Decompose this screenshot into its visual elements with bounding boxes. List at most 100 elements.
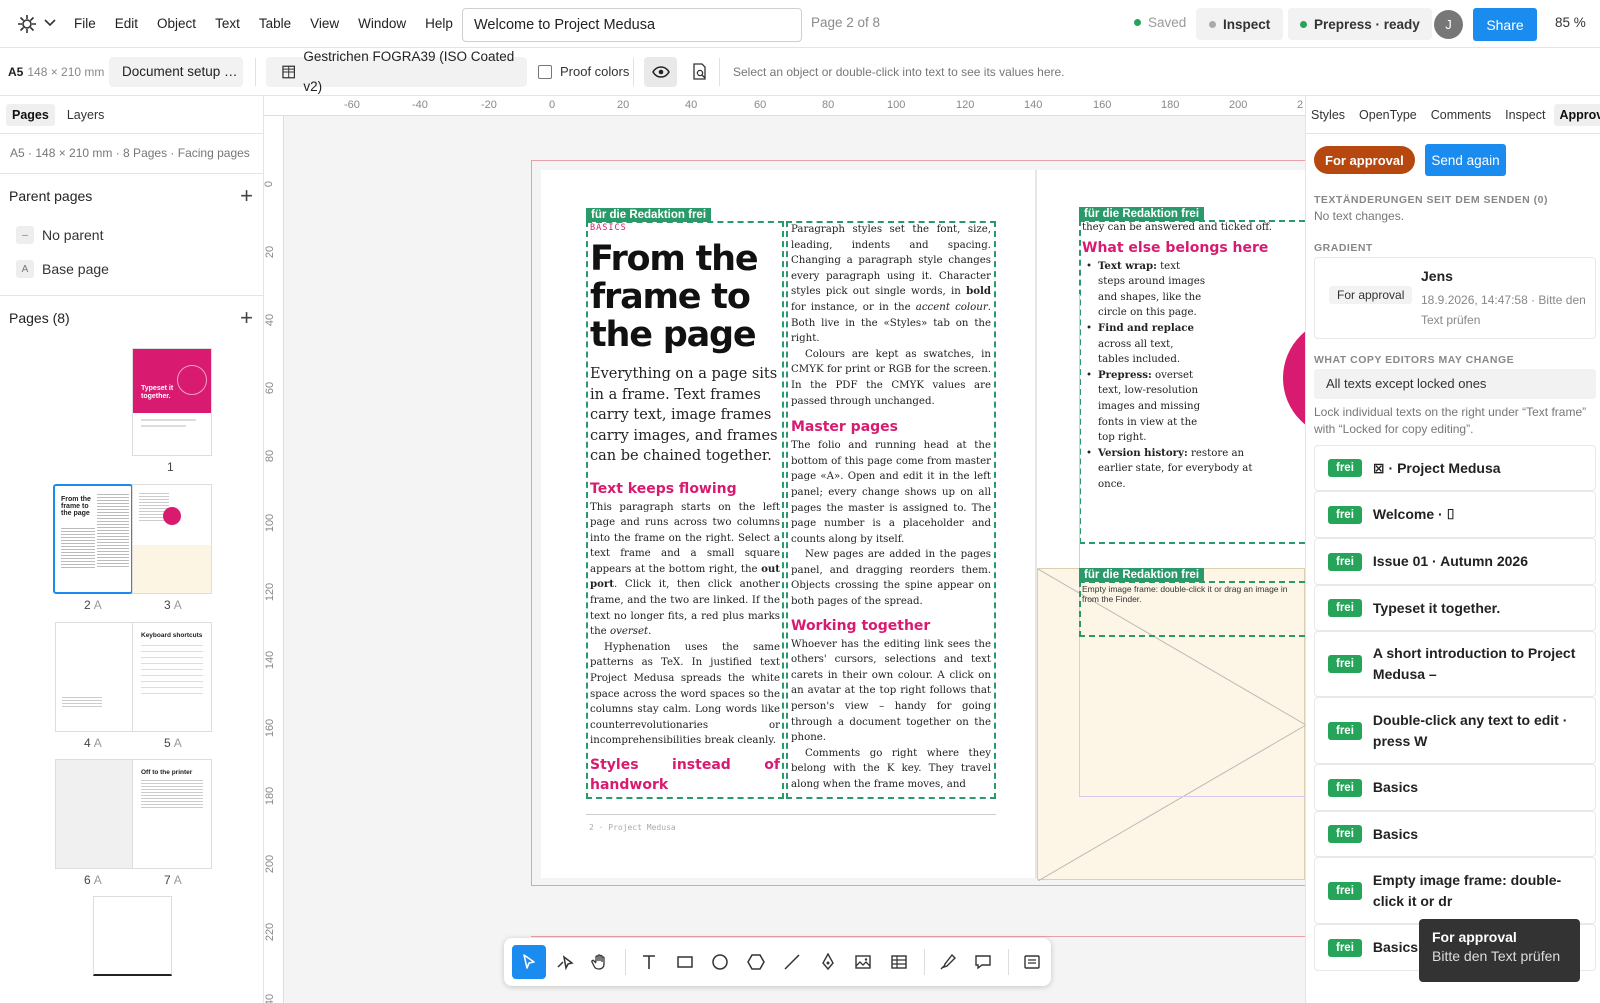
text-item[interactable]: frei Basics — [1314, 811, 1596, 857]
menu-window[interactable]: Window — [358, 16, 406, 31]
direct-select-tool-icon[interactable] — [548, 945, 582, 979]
eyedropper-tool-icon[interactable] — [931, 945, 965, 979]
thumb-text-block — [141, 780, 203, 810]
divider — [719, 58, 720, 86]
status-badge: frei — [1328, 881, 1362, 900]
document-title-input[interactable]: Welcome to Project Medusa — [462, 8, 802, 42]
paragraph-master: The folio and running head at the bottom… — [791, 440, 991, 545]
parent-item-base[interactable]: A Base page — [0, 252, 263, 286]
lock-hint: Lock individual texts on the right under… — [1314, 405, 1587, 436]
page-thumbnail-6[interactable] — [55, 759, 133, 869]
tab-styles[interactable]: Styles — [1306, 104, 1350, 126]
inspect-button[interactable]: Inspect — [1196, 8, 1284, 40]
add-page-icon[interactable]: + — [240, 305, 253, 331]
add-parent-page-icon[interactable]: + — [240, 183, 253, 209]
text-item[interactable]: frei A short introduction to Project Medu… — [1314, 631, 1596, 697]
menu-text[interactable]: Text — [215, 16, 240, 31]
text-item[interactable]: frei Welcome · ⌷ — [1314, 491, 1596, 538]
status-badge: frei — [1328, 721, 1362, 740]
share-button[interactable]: Share — [1473, 8, 1537, 41]
eye-icon[interactable] — [644, 57, 677, 87]
pages-title: Pages (8) — [9, 310, 70, 326]
thumb-label-6: 6A — [84, 873, 102, 887]
page-thumbnail-2[interactable]: From the frame to the page — [53, 484, 133, 594]
approval-date-line: Text prüfen — [1421, 313, 1481, 327]
text-tool-icon[interactable] — [632, 945, 666, 979]
tab-approval[interactable]: Approval — [1554, 103, 1600, 126]
menu-object[interactable]: Object — [157, 16, 196, 31]
text-item[interactable]: frei ⊠ · Project Medusa — [1314, 445, 1596, 491]
lead-paragraph: Everything on a page sits in a frame. Te… — [590, 366, 778, 464]
tab-comments[interactable]: Comments — [1426, 104, 1496, 126]
table-tool-icon[interactable] — [882, 945, 916, 979]
page-thumbnail-4[interactable] — [55, 622, 133, 732]
select-tool-icon[interactable] — [512, 945, 546, 979]
canvas[interactable]: -60 -40 -20 0 20 40 60 80 100 120 140 16… — [264, 96, 1305, 1003]
grid-icon — [282, 65, 296, 79]
empty-frame-hint: Empty image frame: double-click it or dr… — [1082, 584, 1288, 604]
may-change-select[interactable]: All texts except locked ones — [1314, 369, 1596, 399]
line-tool-icon[interactable] — [775, 945, 809, 979]
ruler-number: 0 — [549, 99, 556, 111]
right-tabs: Styles OpenType Comments Inspect Approva… — [1306, 96, 1600, 134]
menu-view[interactable]: View — [310, 16, 339, 31]
column-1[interactable]: BASICS From the frame to the page Everyt… — [590, 222, 780, 796]
proof-colors-toggle[interactable]: Proof colors — [538, 64, 629, 79]
tab-inspect[interactable]: Inspect — [1500, 104, 1550, 126]
approval-tooltip: For approval Bitte den Text prüfen — [1419, 919, 1580, 982]
parent-item-none[interactable]: – No parent — [0, 218, 263, 252]
thumb-text-block — [61, 528, 95, 568]
ruler-number: -20 — [481, 99, 497, 111]
approval-date: 18.9.2026, 14:47:58 · Bitte den Text prüf… — [1421, 290, 1586, 330]
bullet-item: Prepress: overset text, low-resolution i… — [1082, 368, 1207, 446]
menu-table[interactable]: Table — [259, 16, 291, 31]
parent-pages-header: Parent pages + — [0, 174, 263, 218]
page-thumbnail-7[interactable]: Off to the printer — [132, 759, 212, 869]
send-again-button[interactable]: Send again — [1425, 144, 1506, 176]
pen-tool-icon[interactable] — [811, 945, 845, 979]
app-logo-icon[interactable] — [14, 11, 40, 37]
approval-entry-card[interactable]: For approval Jens 18.9.2026, 14:47:58 · … — [1314, 257, 1596, 339]
column-2[interactable]: Paragraph styles set the font, size, lea… — [791, 222, 991, 793]
avatar[interactable]: J — [1434, 10, 1463, 39]
proof-colors-checkbox[interactable] — [538, 64, 552, 79]
text-item[interactable]: frei Double-click any text to edit · pres… — [1314, 697, 1596, 764]
prepress-button[interactable]: Prepress · ready — [1288, 8, 1432, 40]
ellipse-tool-icon[interactable] — [704, 945, 738, 979]
thumb-text-block — [97, 494, 129, 568]
thumb-text-block — [62, 697, 102, 707]
zoom-level[interactable]: 85 % — [1555, 15, 1586, 30]
hand-tool-icon[interactable] — [583, 945, 617, 979]
image-tool-icon[interactable] — [846, 945, 880, 979]
tab-layers[interactable]: Layers — [61, 104, 111, 126]
text-item[interactable]: frei Empty image frame: double-click it o… — [1314, 857, 1596, 924]
text-item[interactable]: frei Basics — [1314, 764, 1596, 811]
thumb-line — [141, 425, 186, 427]
menu-help[interactable]: Help — [425, 16, 453, 31]
gradient-label: GRADIENT — [1314, 242, 1373, 254]
document-setup-button[interactable]: Document setup … — [109, 57, 243, 87]
column-right[interactable]: they can be answered and ticked off. Wha… — [1082, 220, 1302, 493]
ruler-number: 120 — [264, 582, 277, 602]
page-thumbnail-3[interactable] — [132, 484, 212, 594]
menu-edit[interactable]: Edit — [115, 16, 138, 31]
page-thumbnail-5[interactable]: Keyboard shortcuts — [132, 622, 212, 732]
comment-tool-icon[interactable] — [967, 945, 1001, 979]
menu-file[interactable]: File — [74, 16, 96, 31]
ruler-number: 120 — [956, 99, 975, 111]
text-item[interactable]: frei Typeset it together. — [1314, 585, 1596, 631]
polygon-tool-icon[interactable] — [739, 945, 773, 979]
color-profile-button[interactable]: Gestrichen FOGRA39 (ISO Coated v2) — [266, 49, 527, 94]
page-thumbnail-8[interactable] — [93, 896, 172, 976]
document-info: A5 · 148 × 210 mm · 8 Pages · Facing pag… — [0, 134, 263, 174]
parent-icon: – — [16, 226, 34, 244]
status-badge: frei — [1328, 459, 1362, 477]
chevron-down-icon[interactable] — [44, 18, 58, 30]
tab-pages[interactable]: Pages — [6, 103, 55, 126]
frame-options-icon[interactable] — [1015, 945, 1049, 979]
text-item[interactable]: frei Issue 01 · Autumn 2026 — [1314, 538, 1596, 585]
tab-opentype[interactable]: OpenType — [1354, 104, 1422, 126]
rectangle-tool-icon[interactable] — [668, 945, 702, 979]
page-thumbnail-1[interactable]: Typeset it together. — [132, 348, 212, 456]
document-search-icon[interactable] — [691, 63, 709, 81]
